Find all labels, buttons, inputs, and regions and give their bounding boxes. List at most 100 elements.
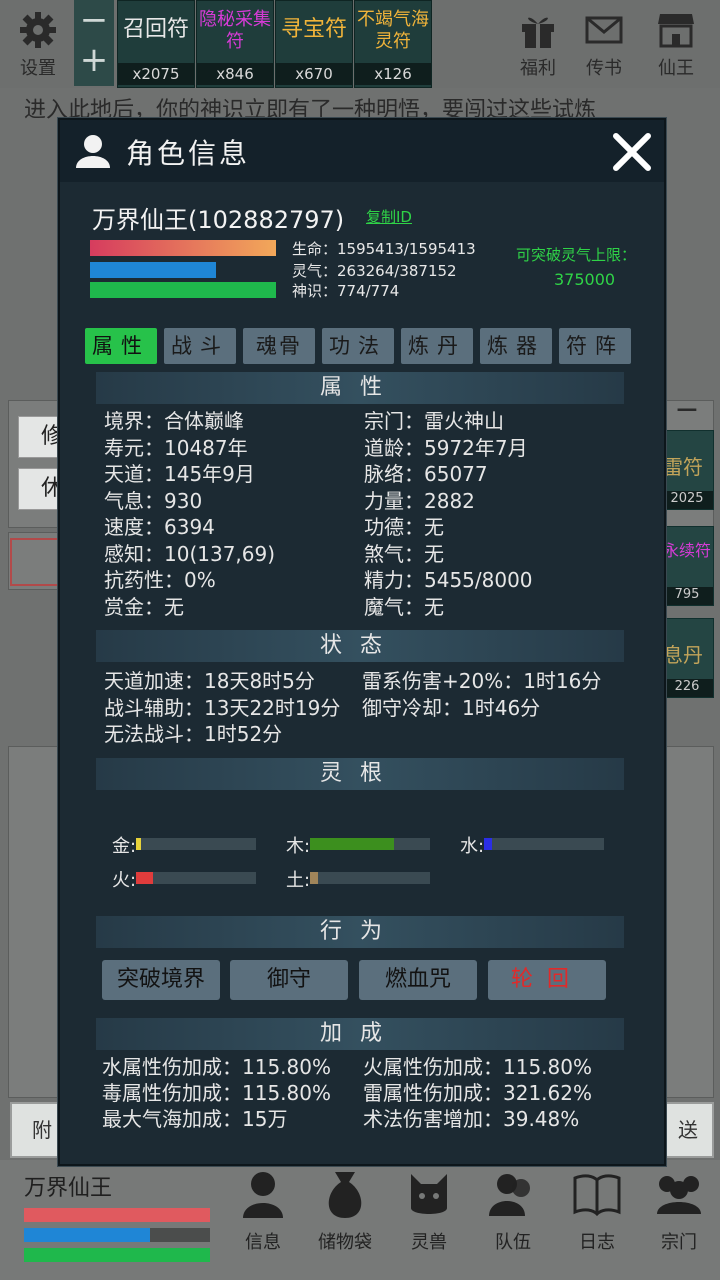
player-sense-fill	[24, 1248, 210, 1262]
settings-button[interactable]: 设置	[8, 4, 68, 84]
tab-alchemy[interactable]: 炼丹	[401, 328, 473, 364]
side-card-pill[interactable]: 息丹 226	[660, 618, 714, 698]
nav-beast[interactable]: 灵兽	[392, 1166, 466, 1276]
root-track	[136, 837, 256, 850]
attr-cell: 宗门：雷火神山	[364, 409, 504, 433]
hp-text: 生命：1595413/1595413	[292, 240, 476, 258]
section-actions-header: 行为	[96, 915, 624, 948]
nav-label: 储物袋	[318, 1232, 372, 1253]
attr-cell: 气息：930	[104, 488, 203, 513]
bonus-row: 水属性伤加成：115.80% 火属性伤加成：115.80%	[102, 1054, 624, 1080]
tab-forging[interactable]: 炼器	[480, 328, 552, 364]
top-bar: 设置 − + 召回符 x2075 隐秘采集符 x846 寻宝符 x670 不竭气海…	[0, 0, 720, 88]
attr-cell: 煞气：无	[364, 541, 444, 566]
side-card-name: 息丹	[663, 643, 703, 667]
gear-icon	[20, 12, 56, 48]
attr-cell: 脉络：65077	[364, 462, 488, 486]
thunder-tab[interactable]	[10, 538, 64, 586]
reincarnate-button[interactable]: 轮回	[488, 959, 606, 1000]
tab-formations[interactable]: 符阵	[559, 328, 631, 364]
close-icon[interactable]	[610, 130, 654, 174]
root-label: 水:	[460, 835, 485, 857]
status-list: 天道加速：18天8时5分 雷系伤害+20%：1时16分 战斗辅助：13天22时19…	[104, 668, 624, 748]
talisman-count: x2075	[118, 63, 194, 85]
section-roots-header: 灵根	[96, 757, 624, 790]
content-scroll[interactable]: 属性 境界：合体巅峰 宗门：雷火神山 寿元：10487年 道龄：5972年7月 天道…	[96, 372, 624, 1132]
talisman-qi-sea[interactable]: 不竭气海灵符 x126	[354, 0, 432, 88]
bonus-row: 最大气海加成：15万 术法伤害增加：39.48%	[102, 1106, 624, 1132]
root-label: 金:	[112, 835, 137, 857]
player-hp-fill	[24, 1208, 210, 1222]
player-mp-fill	[24, 1228, 151, 1242]
money-bag-icon	[328, 1172, 362, 1218]
dialog-header: 角色信息	[60, 120, 664, 182]
player-sense-bar	[24, 1248, 210, 1262]
side-card-thunder[interactable]: 雷符 2025	[660, 430, 714, 510]
nav-info[interactable]: 信息	[226, 1166, 300, 1276]
root-wood: 木:	[286, 832, 430, 858]
attr-row: 境界：合体巅峰 宗门：雷火神山	[104, 408, 624, 435]
talisman-count: x670	[276, 63, 352, 85]
talisman-stealth[interactable]: 隐秘采集符 x846	[196, 0, 274, 88]
shop-icon	[658, 14, 694, 48]
minus-icon[interactable]: −	[74, 0, 114, 40]
attr-cell: 功德：无	[364, 515, 444, 539]
root-label: 火:	[112, 869, 137, 891]
spirit-roots: 金: 木: 水: 火: 土:	[96, 790, 624, 916]
attr-cell: 力量：2882	[364, 488, 475, 513]
mp-bar-fill	[90, 262, 217, 278]
nav-storage[interactable]: 储物袋	[308, 1166, 382, 1276]
status-item: 战斗辅助：13天22时19分	[104, 695, 341, 720]
talisman-treasure[interactable]: 寻宝符 x670	[275, 0, 353, 88]
guard-button[interactable]: 御守	[230, 959, 348, 1000]
attr-cell: 感知：10(137,69)	[104, 541, 276, 566]
mp-text: 灵气：263264/387152	[292, 262, 457, 280]
send-button[interactable]: 送	[662, 1102, 714, 1158]
plus-icon[interactable]: +	[74, 40, 114, 80]
nav-label: 宗门	[661, 1232, 697, 1253]
mp-bar	[90, 262, 276, 278]
section-status-header: 状态	[96, 630, 624, 662]
root-water: 水:	[460, 832, 604, 858]
root-track	[484, 837, 604, 850]
nav-log[interactable]: 日志	[560, 1166, 634, 1276]
hero-name: 万界仙王(102882797)	[92, 206, 345, 234]
root-fire: 火:	[112, 866, 256, 892]
status-row: 战斗辅助：13天22时19分 御守冷却：1时46分	[104, 695, 624, 722]
minus-icon[interactable]: −	[662, 392, 712, 428]
attr-cell: 赏金：无	[104, 594, 184, 619]
status-row: 天道加速：18天8时5分 雷系伤害+20%：1时16分	[104, 668, 624, 695]
tab-battle[interactable]: 战斗	[164, 328, 236, 364]
book-icon	[573, 1174, 621, 1217]
root-fill	[310, 837, 394, 850]
copy-id-link[interactable]: 复制ID	[366, 206, 412, 227]
section-attributes-header: 属性	[96, 372, 624, 404]
tab-soul-bone[interactable]: 魂骨	[243, 328, 315, 364]
tab-attributes[interactable]: 属性	[85, 328, 157, 364]
nav-sect[interactable]: 宗门	[642, 1166, 716, 1276]
tab-techniques[interactable]: 功法	[322, 328, 394, 364]
bonus-item: 最大气海加成：15万	[102, 1106, 288, 1131]
player-hp-bar	[24, 1208, 210, 1222]
welfare-button[interactable]: 福利	[508, 4, 568, 84]
immortal-king-button[interactable]: 仙王	[646, 4, 706, 84]
talisman-name: 隐秘采集符	[199, 9, 271, 52]
status-item: 雷系伤害+20%：1时16分	[362, 669, 602, 693]
side-card-eternal[interactable]: 永续符 795	[660, 526, 714, 606]
nav-team[interactable]: 队伍	[476, 1166, 550, 1276]
breakthrough-button[interactable]: 突破境界	[102, 959, 220, 1000]
blood-curse-button[interactable]: 燃血咒	[359, 959, 477, 1000]
hp-bar	[90, 240, 276, 256]
bonus-list: 水属性伤加成：115.80% 火属性伤加成：115.80% 毒属性伤加成：115.…	[102, 1054, 624, 1132]
talisman-toggle[interactable]: − +	[74, 0, 114, 86]
attr-row: 速度：6394 功德：无	[104, 514, 624, 541]
status-item: 御守冷却：1时46分	[362, 695, 541, 720]
talisman-name: 不竭气海灵符	[357, 9, 429, 52]
side-card-name: 雷符	[663, 455, 703, 479]
player-name: 万界仙王	[24, 1176, 113, 1201]
mail-button[interactable]: 传书	[574, 4, 634, 84]
root-metal: 金:	[112, 832, 256, 858]
root-label: 土:	[286, 869, 311, 891]
hp-bar-fill	[90, 240, 276, 256]
talisman-recall[interactable]: 召回符 x2075	[117, 0, 195, 88]
